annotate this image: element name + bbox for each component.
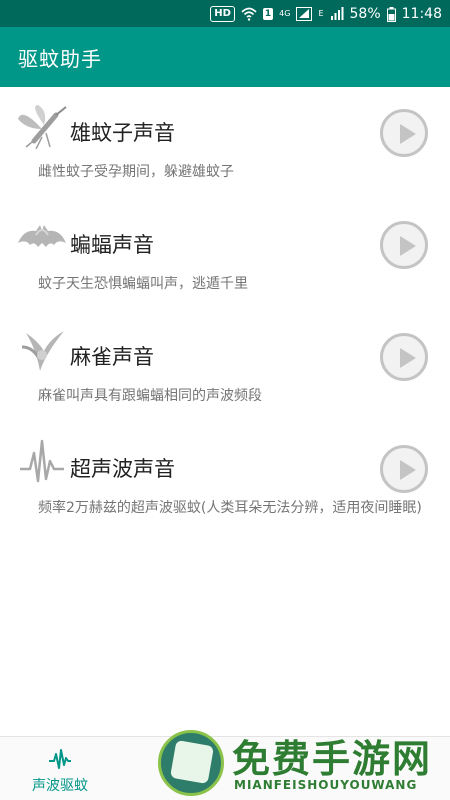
mosquito-icon — [18, 105, 67, 149]
play-button[interactable] — [380, 445, 428, 493]
watermark-logo — [158, 730, 224, 796]
watermark-logo-mark — [169, 739, 215, 785]
app-bar: 驱蚊助手 — [0, 27, 450, 87]
item-title: 麻雀声音 — [70, 345, 154, 369]
waveform-icon — [20, 439, 64, 483]
item-description: 蚊子天生恐惧蝙蝠叫声，逃遁千里 — [38, 276, 248, 292]
network-4g-label: 4G — [279, 9, 291, 18]
waveform-icon — [49, 749, 71, 769]
hd-badge: HD — [210, 6, 235, 22]
item-description: 麻雀叫声具有跟蝙蝠相同的声波频段 — [38, 388, 262, 404]
battery-percent: 58% — [349, 6, 381, 22]
list-item-sparrow[interactable]: 麻雀声音 麻雀叫声具有跟蝙蝠相同的声波频段 — [0, 311, 450, 423]
tab-sound-repel[interactable]: 声波驱蚊 — [28, 745, 92, 795]
play-icon — [400, 348, 416, 368]
status-icons: HD 1 4G E 58% 11:48 — [210, 4, 442, 24]
bat-icon — [18, 225, 66, 247]
play-icon — [400, 236, 416, 256]
list-item-male-mosquito[interactable]: 雄蚊子声音 雌性蚊子受孕期间，躲避雄蚊子 — [0, 87, 450, 199]
battery-icon — [386, 6, 396, 22]
wifi-icon — [241, 7, 257, 21]
play-icon — [400, 124, 416, 144]
watermark-title: 免费手游网 — [232, 737, 433, 781]
signal-strength-icon — [330, 7, 344, 20]
signal-bars-icon — [296, 7, 313, 21]
play-button[interactable] — [380, 333, 428, 381]
sim-badge: 1 — [262, 8, 274, 20]
item-title: 蝙蝠声音 — [70, 233, 154, 257]
clock: 11:48 — [401, 6, 442, 22]
play-button[interactable] — [380, 221, 428, 269]
list-item-ultrasonic[interactable]: 超声波声音 频率2万赫兹的超声波驱蚊(人类耳朵无法分辨，适用夜间睡眠) — [0, 423, 450, 535]
network-e-label: E — [318, 9, 324, 18]
watermark: 免费手游网 MIANFEISHOUYOUWANG — [150, 726, 450, 800]
sparrow-icon — [21, 331, 64, 371]
item-description: 频率2万赫兹的超声波驱蚊(人类耳朵无法分辨，适用夜间睡眠) — [38, 500, 422, 516]
list-item-bat[interactable]: 蝙蝠声音 蚊子天生恐惧蝙蝠叫声，逃遁千里 — [0, 199, 450, 311]
watermark-subtitle: MIANFEISHOUYOUWANG — [234, 778, 418, 792]
status-bar: HD 1 4G E 58% 11:48 — [0, 0, 450, 27]
play-icon — [400, 460, 416, 480]
tab-label: 声波驱蚊 — [32, 778, 88, 794]
item-title: 雄蚊子声音 — [70, 121, 175, 145]
app-title: 驱蚊助手 — [18, 47, 102, 71]
play-button[interactable] — [380, 109, 428, 157]
item-description: 雌性蚊子受孕期间，躲避雄蚊子 — [38, 164, 234, 180]
item-title: 超声波声音 — [70, 457, 175, 481]
sound-list: 雄蚊子声音 雌性蚊子受孕期间，躲避雄蚊子 蝙蝠声音 蚊子天生恐惧蝙蝠叫声，逃遁千… — [0, 87, 450, 535]
